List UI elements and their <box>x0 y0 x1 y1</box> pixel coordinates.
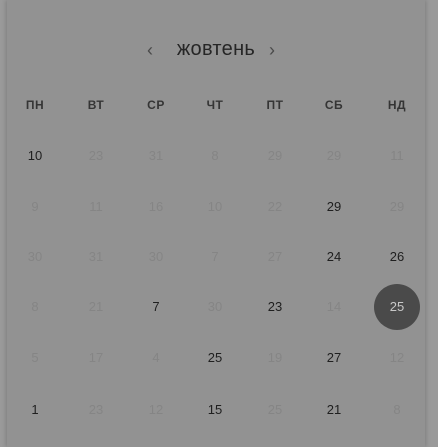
day-cell[interactable]: 11 <box>74 185 118 229</box>
weekday-label: ПТ <box>266 98 284 112</box>
day-cell[interactable]: 12 <box>134 388 178 432</box>
day-cell[interactable]: 15 <box>193 388 237 432</box>
day-cell[interactable]: 22 <box>253 185 297 229</box>
day-cell[interactable]: 31 <box>134 134 178 178</box>
day-cell[interactable]: 19 <box>253 336 297 380</box>
day-cell[interactable]: 27 <box>253 235 297 279</box>
weekday-label: СР <box>147 98 165 112</box>
chevron-right-icon[interactable]: › <box>269 40 275 60</box>
day-cell[interactable]: 23 <box>253 285 297 329</box>
day-cell[interactable]: 27 <box>312 336 356 380</box>
day-cell[interactable]: 29 <box>253 134 297 178</box>
day-cell[interactable]: 26 <box>375 235 419 279</box>
weekday-label: ЧТ <box>206 98 224 112</box>
day-cell[interactable]: 8 <box>193 134 237 178</box>
day-cell[interactable]: 29 <box>312 134 356 178</box>
weekday-label: ПН <box>25 98 45 112</box>
calendar-panel: ‹ жовтень › ПН ВТ СР ЧТ ПТ СБ НД 10 23 31 8 29 29 11 9… <box>7 0 425 447</box>
weekday-label: ВТ <box>87 98 105 112</box>
day-cell[interactable]: 30 <box>13 235 57 279</box>
day-cell[interactable]: 25 <box>253 388 297 432</box>
weekday-label: НД <box>387 98 407 112</box>
day-cell[interactable]: 10 <box>193 185 237 229</box>
day-cell[interactable]: 21 <box>74 285 118 329</box>
day-cell[interactable]: 7 <box>193 235 237 279</box>
day-cell[interactable]: 1 <box>13 388 57 432</box>
day-cell[interactable]: 10 <box>13 134 57 178</box>
day-cell[interactable]: 11 <box>375 134 419 178</box>
day-cell[interactable]: 16 <box>134 185 178 229</box>
day-cell[interactable]: 5 <box>13 336 57 380</box>
day-cell[interactable]: 30 <box>193 285 237 329</box>
day-cell[interactable]: 29 <box>375 185 419 229</box>
day-cell[interactable]: 25 <box>193 336 237 380</box>
day-cell[interactable]: 23 <box>74 134 118 178</box>
selected-day[interactable]: 25 <box>374 284 420 330</box>
day-cell[interactable]: 23 <box>74 388 118 432</box>
day-cell[interactable]: 9 <box>13 185 57 229</box>
day-cell[interactable]: 7 <box>134 285 178 329</box>
day-cell[interactable]: 8 <box>375 388 419 432</box>
calendar-header: ‹ жовтень › <box>7 36 425 68</box>
day-cell[interactable]: 17 <box>74 336 118 380</box>
day-cell[interactable]: 8 <box>13 285 57 329</box>
day-cell[interactable]: 14 <box>312 285 356 329</box>
month-title: жовтень <box>176 38 256 60</box>
day-cell[interactable]: 30 <box>134 235 178 279</box>
day-cell[interactable]: 24 <box>312 235 356 279</box>
day-cell[interactable]: 12 <box>375 336 419 380</box>
day-cell[interactable]: 21 <box>312 388 356 432</box>
day-cell[interactable]: 31 <box>74 235 118 279</box>
day-cell[interactable]: 29 <box>312 185 356 229</box>
day-cell[interactable]: 4 <box>134 336 178 380</box>
weekday-label: СБ <box>324 98 344 112</box>
